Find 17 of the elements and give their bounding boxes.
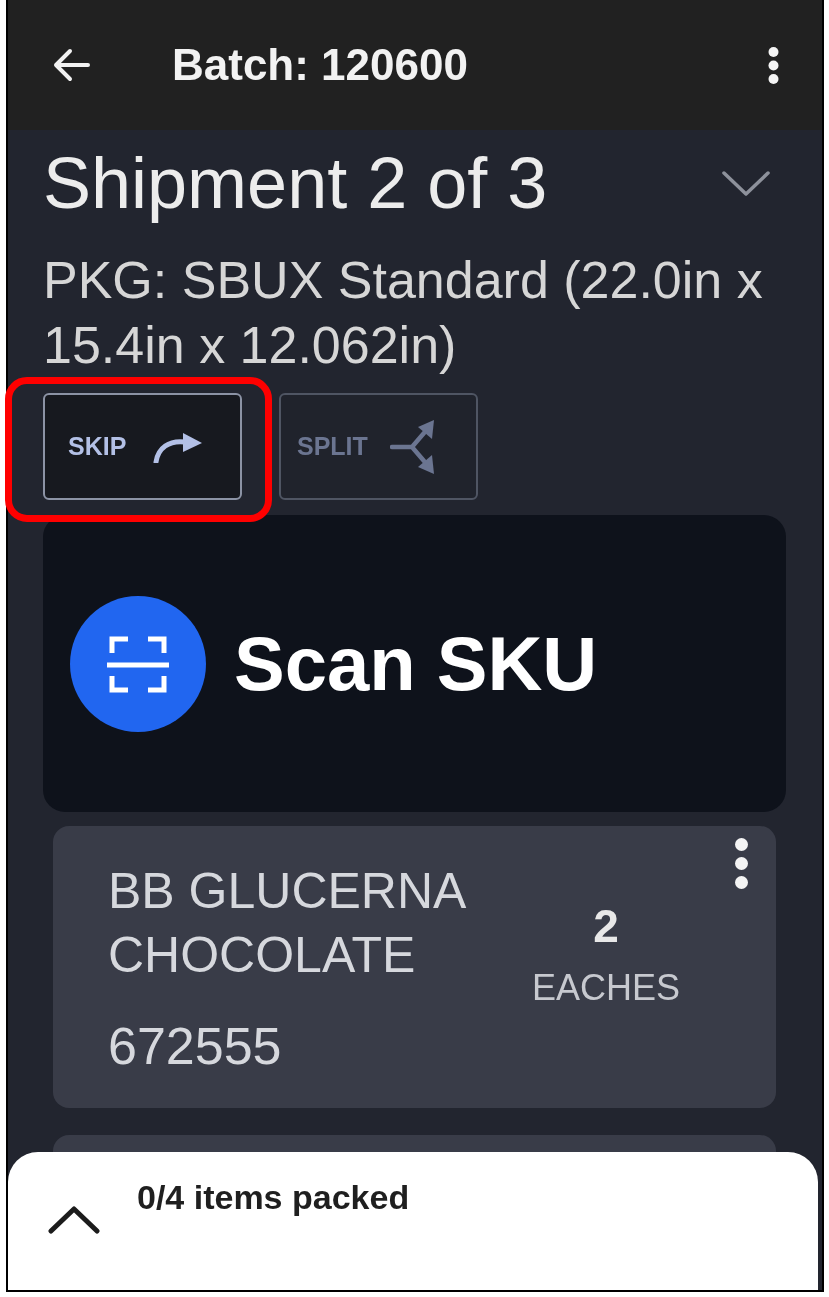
unit-text: EACHES: [531, 966, 680, 1010]
packed-summary: 0/4 items packed: [137, 1177, 410, 1217]
scan-sku-button[interactable]: Scan SKU: [43, 515, 786, 812]
batch-title: Batch: 120600: [172, 39, 468, 91]
quantity-text: 2: [593, 899, 619, 953]
scan-icon: [70, 595, 206, 732]
shipment-title: Shipment 2 of 3: [43, 142, 548, 225]
item-name: BB GLUCERNA CHOCOLATE: [108, 862, 466, 985]
chevron-icon[interactable]: [48, 1205, 100, 1234]
more-menu-icon[interactable]: [735, 838, 748, 889]
split-arrow-icon: [389, 418, 436, 475]
curved-arrow-icon: [151, 430, 204, 463]
sku-text: 672555: [108, 1016, 283, 1077]
more-menu-icon[interactable]: [768, 46, 779, 84]
back-icon[interactable]: [52, 48, 90, 82]
skip-button[interactable]: SKIP: [43, 393, 242, 500]
package-text: PKG: SBUX Standard (22.0in x 15.4in x 12.062in): [43, 250, 764, 376]
